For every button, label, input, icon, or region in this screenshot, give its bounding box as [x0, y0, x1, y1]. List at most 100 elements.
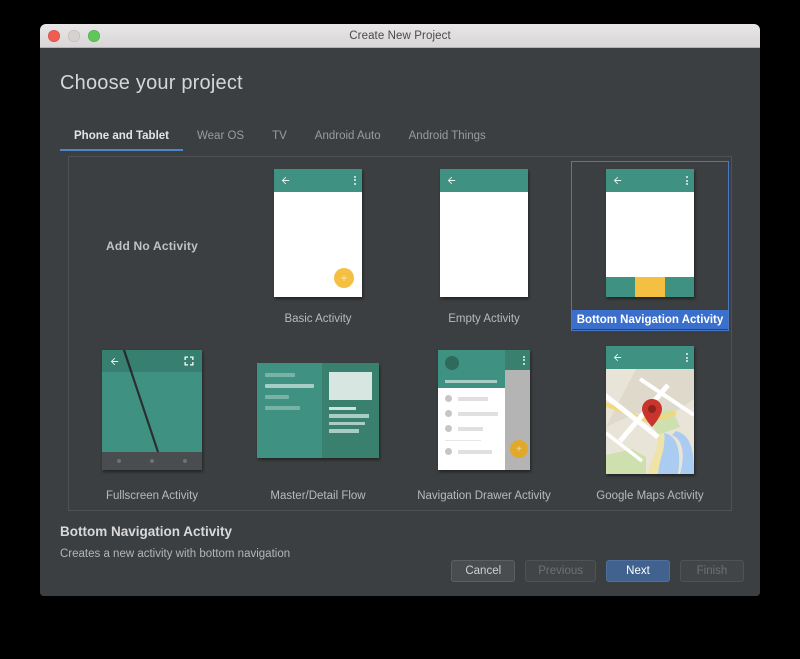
phone-content	[606, 192, 694, 298]
template-google-maps-activity[interactable]: Google Maps Activity	[567, 335, 731, 511]
template-thumbnail-empty-activity	[401, 157, 567, 309]
back-arrow-icon	[613, 177, 622, 185]
window-title: Create New Project	[349, 29, 451, 42]
drawer-menu-item	[445, 425, 499, 433]
template-thumbnail-navigation-drawer: +	[401, 335, 567, 487]
window-controls[interactable]	[48, 24, 100, 48]
template-label-master-detail-flow: Master/Detail Flow	[270, 490, 366, 502]
menu-item-icon	[445, 425, 452, 433]
template-category-tabs: Phone and Tablet Wear OS TV Android Auto…	[60, 123, 500, 151]
template-label-google-maps-activity: Google Maps Activity	[596, 490, 704, 502]
detail-text-line	[328, 429, 359, 433]
menu-item-icon	[445, 395, 452, 403]
menu-item-label-placeholder	[458, 450, 492, 454]
detail-heading-line	[328, 406, 356, 411]
overflow-menu-icon	[686, 353, 688, 363]
menu-item-icon	[445, 448, 452, 456]
template-label-fullscreen-activity: Fullscreen Activity	[105, 490, 199, 502]
maximize-window-button[interactable]	[88, 30, 100, 42]
bottom-navigation-bar	[606, 277, 694, 298]
template-thumbnail-basic-activity: +	[235, 157, 401, 309]
fullscreen-app-bar	[102, 350, 202, 373]
tab-android-auto[interactable]: Android Auto	[301, 130, 395, 151]
cancel-button[interactable]: Cancel	[451, 560, 516, 582]
bottom-nav-item-active	[635, 277, 665, 298]
drawer-menu-item	[445, 448, 499, 456]
create-new-project-window: Create New Project Choose your project P…	[40, 24, 760, 596]
nav-dot-icon	[149, 459, 154, 464]
app-bar	[606, 346, 694, 370]
window-titlebar[interactable]: Create New Project	[40, 24, 760, 48]
phone-content	[440, 191, 528, 297]
navigation-drawer-mockup: +	[438, 350, 530, 471]
selected-template-description: Creates a new activity with bottom navig…	[60, 548, 291, 560]
list-row	[265, 372, 296, 377]
master-detail-mockup	[257, 362, 379, 458]
finish-button[interactable]: Finish	[680, 560, 744, 582]
fullscreen-bottom-bar	[102, 452, 202, 471]
back-arrow-icon	[110, 357, 119, 365]
template-master-detail-flow[interactable]: Master/Detail Flow	[235, 335, 401, 511]
template-grid: Add No Activity + Basic Activity Empty A…	[69, 157, 731, 511]
list-row	[265, 405, 301, 410]
dialog-footer: Cancel Previous Next Finish	[451, 560, 744, 582]
phone-mockup-empty	[440, 168, 528, 297]
floating-action-button-icon: +	[334, 267, 354, 288]
phone-mockup-bottom-navigation	[606, 169, 694, 298]
tab-phone-and-tablet[interactable]: Phone and Tablet	[60, 130, 183, 151]
template-thumbnail-fullscreen	[69, 335, 235, 487]
back-arrow-icon	[281, 176, 290, 184]
next-button[interactable]: Next	[606, 560, 670, 582]
template-bottom-navigation-activity[interactable]: Bottom Navigation Activity	[567, 157, 731, 335]
template-thumbnail-google-maps	[567, 335, 731, 487]
fullscreen-mockup	[102, 350, 202, 471]
close-window-button[interactable]	[48, 30, 60, 42]
template-label-navigation-drawer-activity: Navigation Drawer Activity	[417, 490, 551, 502]
page-title: Choose your project	[60, 72, 243, 94]
bottom-nav-item	[664, 277, 694, 298]
menu-item-label-placeholder	[458, 412, 498, 416]
detail-text-line	[328, 421, 366, 426]
drawer-menu-item	[445, 395, 499, 403]
template-basic-activity[interactable]: + Basic Activity	[235, 157, 401, 335]
account-name-placeholder	[445, 379, 497, 384]
drawer-menu-item	[445, 410, 499, 418]
back-arrow-icon	[447, 176, 456, 184]
list-row	[265, 394, 290, 399]
detail-image-placeholder	[328, 371, 372, 400]
tab-android-things[interactable]: Android Things	[395, 130, 500, 151]
nav-dot-icon	[116, 459, 121, 464]
template-add-no-activity[interactable]: Add No Activity	[69, 157, 235, 335]
expand-fullscreen-icon	[184, 356, 194, 366]
avatar	[445, 356, 459, 371]
detail-text-line	[328, 414, 369, 418]
template-empty-activity[interactable]: Empty Activity	[401, 157, 567, 335]
template-grid-panel: Add No Activity + Basic Activity Empty A…	[68, 156, 732, 511]
minimize-window-button[interactable]	[68, 30, 80, 42]
app-bar	[440, 168, 528, 192]
template-label-add-no-activity: Add No Activity	[106, 238, 198, 253]
drawer-menu-list	[438, 388, 505, 463]
overflow-menu-icon	[686, 176, 688, 186]
previous-button[interactable]: Previous	[525, 560, 596, 582]
dialog-body: Choose your project Phone and Tablet Wea…	[40, 48, 760, 596]
map-graphic	[606, 369, 694, 475]
screen: Create New Project Choose your project P…	[0, 0, 800, 659]
template-thumbnail-bottom-navigation	[567, 157, 731, 310]
template-thumbnail-add-no-activity: Add No Activity	[69, 157, 235, 335]
template-fullscreen-activity[interactable]: Fullscreen Activity	[69, 335, 235, 511]
template-label-empty-activity: Empty Activity	[448, 312, 520, 325]
overflow-menu-icon	[354, 175, 356, 185]
tab-wear-os[interactable]: Wear OS	[183, 130, 258, 151]
template-label-bottom-navigation-activity: Bottom Navigation Activity	[572, 309, 728, 329]
google-maps-mockup	[606, 346, 694, 475]
tab-tv[interactable]: TV	[258, 130, 301, 151]
back-arrow-icon	[613, 354, 622, 362]
app-bar	[274, 168, 362, 192]
floating-action-button-icon: +	[510, 440, 528, 459]
menu-item-label-placeholder	[458, 427, 483, 431]
template-navigation-drawer-activity[interactable]: + Navigation Drawer Activity	[401, 335, 567, 511]
list-row-selected	[265, 383, 314, 388]
template-label-basic-activity: Basic Activity	[284, 312, 352, 325]
nav-dot-icon	[183, 459, 188, 464]
